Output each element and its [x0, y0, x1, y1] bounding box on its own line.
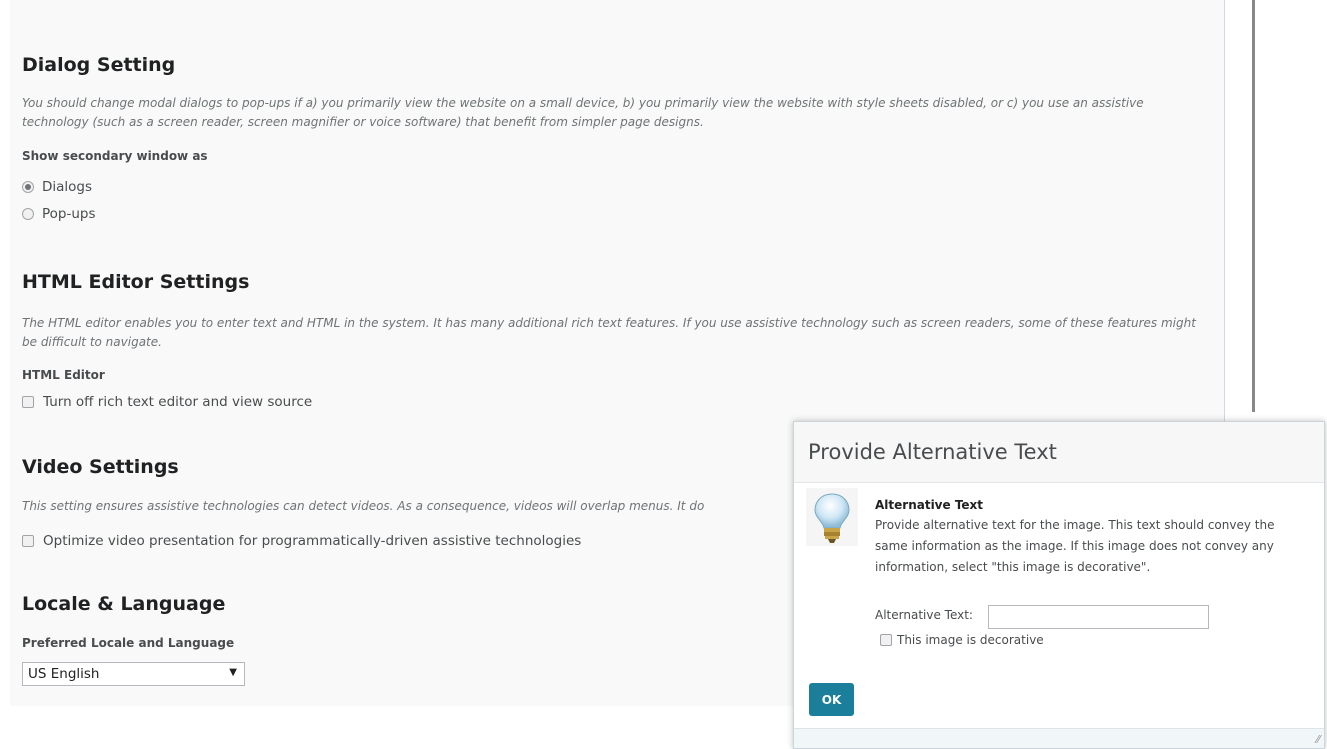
alt-text-label: Alternative Text:	[875, 608, 973, 622]
resize-handle-icon[interactable]: ⁄⁄	[1316, 733, 1320, 746]
dialog-footer: ⁄⁄	[794, 728, 1324, 748]
dialog-title: Provide Alternative Text	[808, 440, 1057, 464]
alt-text-dialog: Provide Alternative Text Alternative Tex…	[793, 421, 1325, 749]
html-editor-label-wrap: HTML Editor	[22, 368, 1207, 382]
chevron-down-icon: ▼	[229, 667, 237, 678]
radio-popups[interactable]: Pop-ups	[22, 200, 1207, 227]
radio-label: Pop-ups	[42, 205, 96, 222]
ok-button[interactable]: OK	[809, 683, 854, 716]
checkbox-label: Turn off rich text editor and view sourc…	[43, 393, 313, 410]
scrollbar[interactable]	[1252, 0, 1255, 412]
checkbox[interactable]	[22, 534, 34, 547]
checkbox-label: This image is decorative	[897, 633, 1044, 647]
alt-text-input[interactable]	[988, 605, 1209, 629]
section-description: The HTML editor enables you to enter tex…	[22, 316, 1196, 349]
dialog-section-title: Alternative Text	[875, 498, 984, 512]
field-label: Show secondary window as	[22, 149, 208, 163]
dialog-setting-label-wrap: Show secondary window as	[22, 149, 1207, 163]
dialog-header: Provide Alternative Text	[794, 422, 1324, 483]
section-title: HTML Editor Settings	[22, 271, 250, 293]
radio-button-selected[interactable]	[22, 180, 34, 193]
select-value: US English	[28, 666, 100, 682]
locale-select[interactable]: US English ▼	[22, 662, 245, 686]
dialog-setting-desc-wrap: You should change modal dialogs to pop-u…	[22, 94, 1207, 132]
html-editor-title-wrap: HTML Editor Settings	[22, 271, 1207, 293]
radio-button[interactable]	[22, 207, 34, 220]
checkbox[interactable]	[22, 395, 34, 408]
dialog-setting-section: Dialog Setting	[22, 54, 1207, 76]
radio-group: Dialogs Pop-ups	[22, 173, 1207, 227]
lightbulb-icon	[806, 488, 858, 546]
radio-label: Dialogs	[42, 178, 93, 195]
section-title: Dialog Setting	[22, 54, 176, 76]
field-label: HTML Editor	[22, 368, 105, 382]
dialog-description: Provide alternative text for the image. …	[875, 518, 1275, 574]
checkbox[interactable]	[880, 634, 892, 646]
section-description: You should change modal dialogs to pop-u…	[22, 96, 1144, 129]
decorative-toggle[interactable]: This image is decorative	[880, 633, 1044, 647]
html-editor-desc-wrap: The HTML editor enables you to enter tex…	[22, 314, 1207, 352]
checkbox-label: Optimize video presentation for programm…	[43, 532, 582, 549]
html-editor-option-wrap: Turn off rich text editor and view sourc…	[22, 388, 1207, 415]
rich-text-toggle[interactable]: Turn off rich text editor and view sourc…	[22, 388, 1207, 415]
radio-dialogs[interactable]: Dialogs	[22, 173, 1207, 200]
